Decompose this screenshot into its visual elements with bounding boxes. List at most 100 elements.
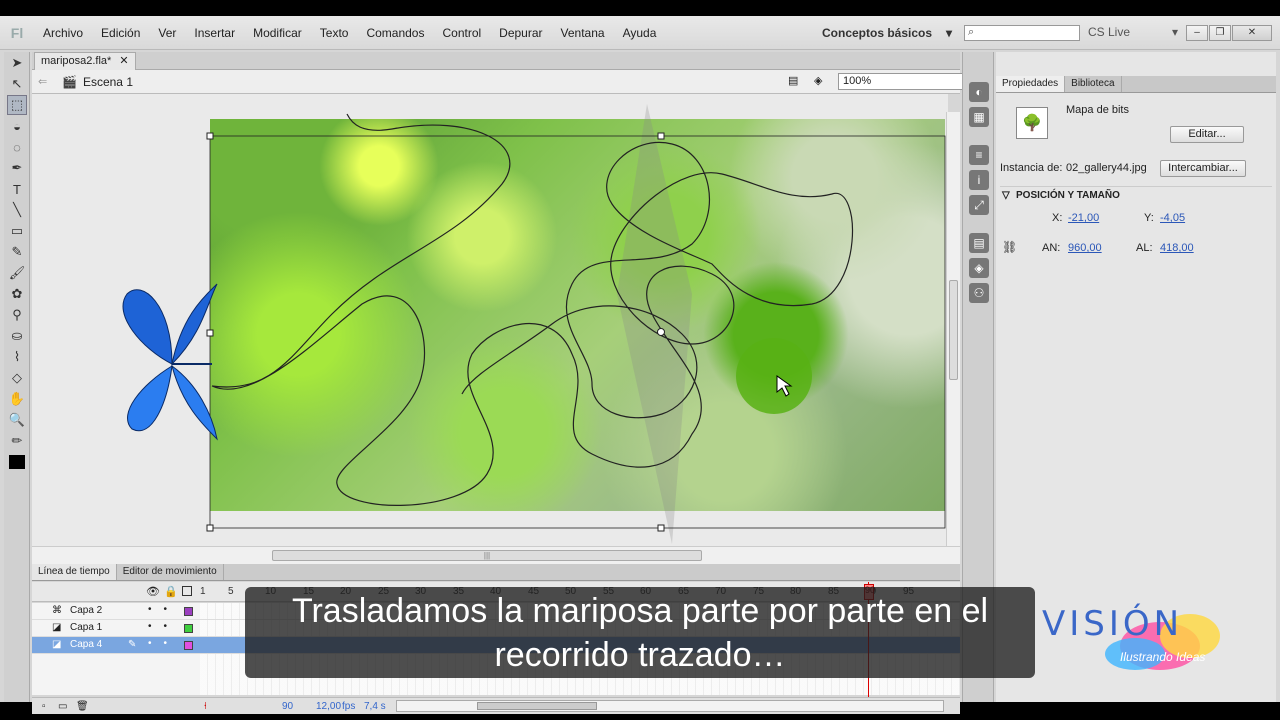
tab-properties[interactable]: Propiedades [996, 76, 1066, 92]
tab-motion-editor[interactable]: Editor de movimiento [117, 564, 224, 580]
transform-point [657, 328, 665, 336]
deco-tool-icon[interactable]: ✿ [7, 284, 27, 304]
swatches-icon[interactable]: ▦ [969, 107, 989, 127]
menu-modificar[interactable]: Modificar [244, 26, 311, 40]
zoom-tool-icon[interactable]: 🔍 [7, 410, 27, 430]
section-position-size[interactable]: ▽ POSICIÓN Y TAMAÑO [1000, 186, 1272, 204]
cs-live-button[interactable]: CS Live ▾ [1088, 25, 1178, 39]
menu-texto[interactable]: Texto [311, 26, 358, 40]
hand-tool-icon[interactable]: ✋ [7, 389, 27, 409]
pen-tool-icon[interactable]: ✒ [7, 158, 27, 178]
layer-toggles[interactable]: •• [148, 604, 179, 615]
free-transform-tool-icon[interactable]: ⬚ [7, 95, 27, 115]
eraser-tool-icon[interactable]: ◇ [7, 368, 27, 388]
fill-color-icon[interactable] [7, 452, 27, 472]
link-icon[interactable]: ⛓ [1002, 240, 1017, 254]
cs-live-label: CS Live [1088, 25, 1131, 39]
minimize-button[interactable]: – [1186, 25, 1208, 41]
object-type: Mapa de bits [1066, 104, 1129, 116]
transform-icon[interactable]: ⤢ [969, 195, 989, 215]
eye-icon[interactable]: 👁 [146, 585, 160, 598]
stroke-color-icon[interactable]: ✏ [7, 431, 27, 451]
lock-icon[interactable]: 🔒 [164, 585, 178, 598]
new-folder-icon[interactable]: ▭ [58, 701, 67, 712]
selection-tool-icon[interactable]: ➤ [7, 53, 27, 73]
document-tab[interactable]: mariposa2.fla* ✕ [34, 52, 136, 70]
outline-icon[interactable] [182, 586, 192, 596]
edit-scene-icon[interactable]: ◈ [814, 74, 830, 90]
edit-symbols-icon[interactable]: ▤ [788, 74, 804, 90]
line-tool-icon[interactable]: ╲ [7, 200, 27, 220]
subselection-tool-icon[interactable]: ↖ [7, 74, 27, 94]
bitmap-thumbnail-icon: 🌳 [1016, 107, 1048, 139]
align-icon[interactable]: ≡ [969, 145, 989, 165]
vertical-scrollbar[interactable] [946, 112, 960, 546]
scroll-thumb[interactable]: ||| [272, 550, 702, 561]
menu-depurar[interactable]: Depurar [490, 26, 551, 40]
motion-presets-icon[interactable]: ⚇ [969, 283, 989, 303]
search-input[interactable]: ⌕ [964, 25, 1080, 41]
restore-button[interactable]: ❐ [1209, 25, 1231, 41]
swap-button[interactable]: Intercambiar... [1160, 160, 1246, 177]
menu-archivo[interactable]: Archivo [34, 26, 92, 40]
new-layer-icon[interactable]: ▫ [42, 701, 46, 712]
layer-color-swatch[interactable] [184, 624, 193, 633]
rectangle-tool-icon[interactable]: ▭ [7, 221, 27, 241]
info-icon[interactable]: i [969, 170, 989, 190]
horizontal-scrollbar[interactable]: ||| [32, 546, 960, 564]
butterfly-icon [122, 283, 218, 441]
menu-ver[interactable]: Ver [149, 26, 185, 40]
text-tool-icon[interactable]: T [7, 179, 27, 199]
tab-timeline[interactable]: Línea de tiempo [32, 564, 117, 580]
close-button[interactable]: ✕ [1232, 25, 1272, 41]
layer-toggles[interactable]: •• [148, 621, 179, 632]
paint-bucket-tool-icon[interactable]: ⛀ [7, 326, 27, 346]
menu-comandos[interactable]: Comandos [357, 26, 433, 40]
menu-ayuda[interactable]: Ayuda [614, 26, 666, 40]
center-frame-icon[interactable]: ⍿ [204, 701, 207, 712]
section-title: POSICIÓN Y TAMAÑO [1016, 190, 1120, 201]
scene-label: Escena 1 [82, 75, 133, 89]
components-icon[interactable]: ◈ [969, 258, 989, 278]
lasso-tool-icon[interactable]: ◌ [7, 137, 27, 157]
edit-button[interactable]: Editar... [1170, 126, 1244, 143]
motion-path[interactable] [32, 94, 948, 546]
brush-tool-icon[interactable]: 🖌 [7, 263, 27, 283]
color-panel-icon[interactable]: ◐ [969, 82, 989, 102]
workspace-label: Conceptos básicos [822, 26, 933, 40]
3d-rotation-tool-icon[interactable]: ◒ [7, 116, 27, 136]
eyedropper-tool-icon[interactable]: ⌇ [7, 347, 27, 367]
back-arrow-icon[interactable]: ⇐ [38, 75, 47, 88]
menu-insertar[interactable]: Insertar [185, 26, 244, 40]
bone-tool-icon[interactable]: ⚲ [7, 305, 27, 325]
y-label: Y: [1144, 212, 1154, 224]
code-snippets-icon[interactable]: ▤ [969, 233, 989, 253]
x-label: X: [1052, 212, 1063, 224]
scroll-thumb[interactable] [477, 702, 597, 710]
menu-ventana[interactable]: Ventana [552, 26, 614, 40]
stage-area[interactable] [32, 94, 948, 546]
menu-edicion[interactable]: Edición [92, 26, 149, 40]
menu-control[interactable]: Control [433, 26, 490, 40]
timeline-scrollbar[interactable] [396, 700, 944, 712]
layer-color-swatch[interactable] [184, 641, 193, 650]
height-field[interactable]: 418,00 [1160, 242, 1194, 254]
caption-line-2: recorrido trazado… [494, 636, 786, 674]
document-tab-label: mariposa2.fla* [41, 55, 112, 67]
frame-rate[interactable]: 12,00 [316, 701, 341, 712]
delete-icon[interactable]: 🗑 [76, 701, 89, 712]
x-field[interactable]: -21,00 [1068, 212, 1099, 224]
pencil-tool-icon[interactable]: ✎ [7, 242, 27, 262]
elapsed-time: 7,4 s [364, 701, 386, 712]
tab-library[interactable]: Biblioteca [1065, 76, 1122, 92]
ruler-tick: 1 [200, 586, 206, 597]
width-field[interactable]: 960,00 [1068, 242, 1102, 254]
scene-breadcrumb[interactable]: 🎬 Escena 1 [62, 75, 133, 89]
layer-toggles[interactable]: •• [148, 638, 179, 649]
layer-color-swatch[interactable] [184, 607, 193, 616]
scroll-thumb[interactable] [949, 280, 958, 380]
y-field[interactable]: -4,05 [1160, 212, 1185, 224]
close-icon[interactable]: ✕ [119, 53, 128, 70]
timeline-footer: ▫ ▭ 🗑 ⍿ 90 12,00 fps 7,4 s [32, 697, 960, 714]
workspace-switcher[interactable]: Conceptos básicos ▾ [822, 23, 952, 43]
